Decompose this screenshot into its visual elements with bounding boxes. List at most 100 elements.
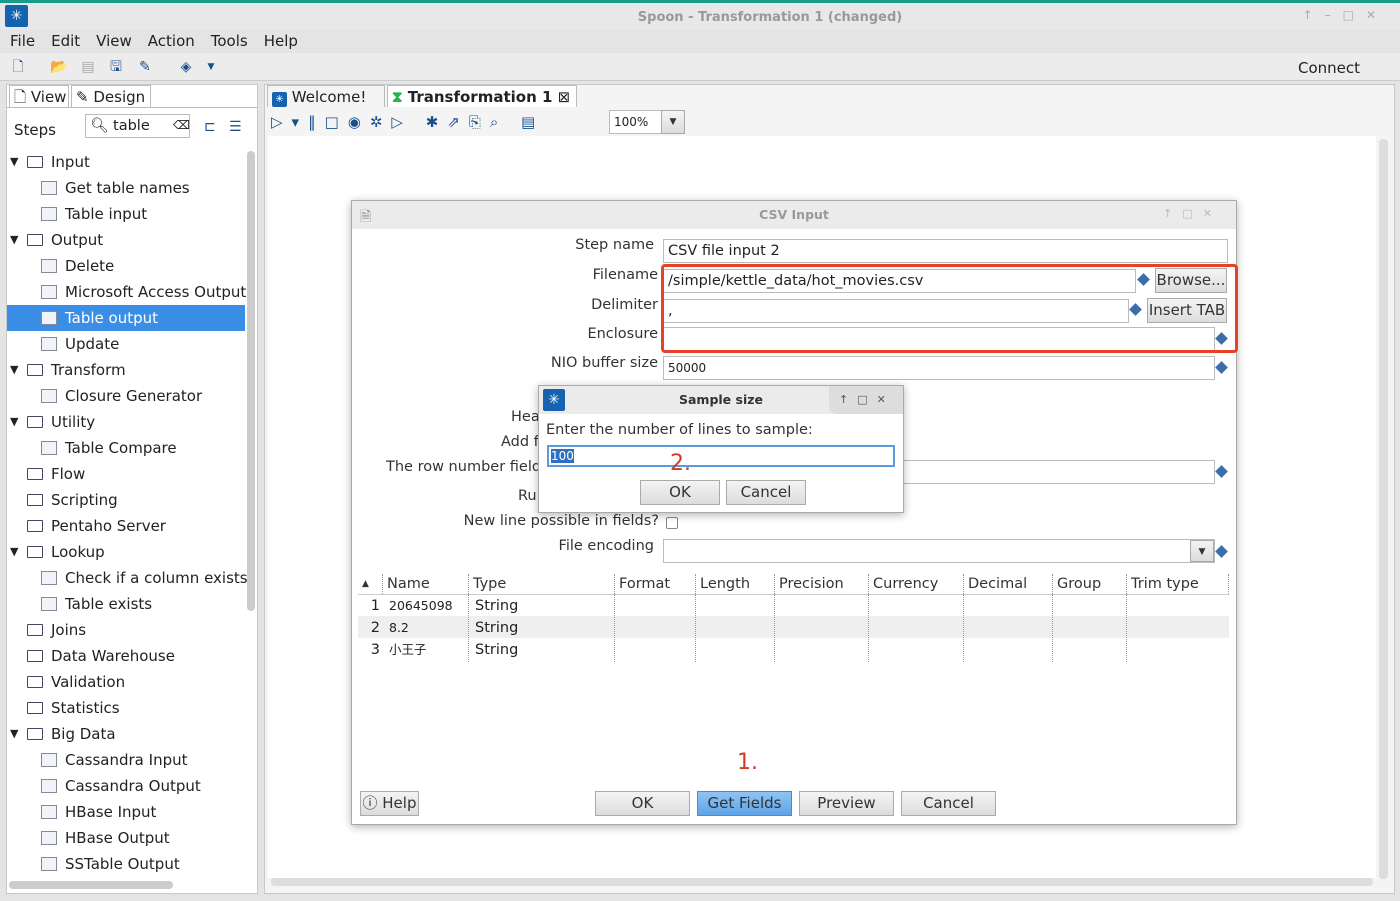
- tree-step-sstable-output[interactable]: SSTable Output: [7, 851, 245, 877]
- tree-step-update[interactable]: Update: [7, 331, 245, 357]
- label-file-encoding: File encoding: [558, 538, 654, 554]
- canvas-vscrollbar[interactable]: [1379, 139, 1388, 879]
- column-header-length[interactable]: Length: [696, 574, 775, 594]
- column-header-currency[interactable]: Currency: [869, 574, 964, 594]
- menu-edit[interactable]: Edit: [41, 30, 86, 50]
- tree-folder-scripting[interactable]: Scripting: [7, 487, 245, 513]
- clear-search-icon[interactable]: ⌫: [173, 118, 190, 132]
- get-fields-button[interactable]: Get Fields: [697, 791, 792, 816]
- chevron-down-icon[interactable]: ▼: [1190, 540, 1214, 562]
- column-header-format[interactable]: Format: [615, 574, 696, 594]
- tree-step-cassandra-input[interactable]: Cassandra Input: [7, 747, 245, 773]
- tree-folder-data-warehouse[interactable]: Data Warehouse: [7, 643, 245, 669]
- tree-hscrollbar[interactable]: [9, 881, 173, 889]
- tree-folder-input[interactable]: ▼ Input: [7, 149, 245, 175]
- field-name-cell[interactable]: 小王子: [389, 639, 469, 661]
- zoom-dropdown-icon[interactable]: ▼: [661, 110, 685, 134]
- open-file-icon[interactable]: 📂: [50, 59, 67, 75]
- tree-step-table-input[interactable]: Table input: [7, 201, 245, 227]
- tree-step-table-compare[interactable]: Table Compare: [7, 435, 245, 461]
- tree-folder-joins[interactable]: Joins: [7, 617, 245, 643]
- tree-folder-output[interactable]: ▼ Output: [7, 227, 245, 253]
- field-type-cell[interactable]: String: [475, 617, 615, 639]
- dialog-title: CSV Input: [759, 207, 829, 222]
- explore-icon[interactable]: ▤: [80, 59, 96, 75]
- tree-folder-flow[interactable]: Flow: [7, 461, 245, 487]
- menu-bar: File Edit View Action Tools Help: [0, 30, 1400, 53]
- tree-step-closure-generator[interactable]: Closure Generator: [7, 383, 245, 409]
- new-file-icon[interactable]: 🗋: [10, 59, 26, 75]
- tree-folder-utility[interactable]: ▼ Utility: [7, 409, 245, 435]
- tree-step-get-table-names[interactable]: Get table names: [7, 175, 245, 201]
- field-name-cell[interactable]: 20645098: [389, 595, 469, 617]
- tab-view[interactable]: 🗋 View: [9, 85, 69, 107]
- tree-step-table-exists[interactable]: Table exists: [7, 591, 245, 617]
- sample-ok-button[interactable]: OK: [640, 480, 720, 505]
- newline-checkbox[interactable]: [666, 517, 678, 529]
- field-type-cell[interactable]: String: [475, 595, 615, 617]
- expand-arrow-icon[interactable]: ▼: [10, 721, 18, 747]
- tab-design[interactable]: ✎ Design: [71, 85, 151, 107]
- ok-button[interactable]: OK: [595, 791, 690, 816]
- row-number-input[interactable]: [895, 460, 1215, 484]
- list-view-icon[interactable]: ☰: [229, 119, 242, 135]
- menu-help[interactable]: Help: [254, 30, 304, 50]
- column-header-name[interactable]: Name: [383, 574, 469, 594]
- file-encoding-select[interactable]: [663, 539, 1215, 563]
- preview-button[interactable]: Preview: [799, 791, 894, 816]
- tree-folder-transform[interactable]: ▼ Transform: [7, 357, 245, 383]
- column-header-decimal[interactable]: Decimal: [964, 574, 1053, 594]
- tree-folder-validation[interactable]: Validation: [7, 669, 245, 695]
- collapse-tree-icon[interactable]: ⊏: [204, 119, 216, 135]
- cancel-button[interactable]: Cancel: [901, 791, 996, 816]
- field-name-cell[interactable]: 8.2: [389, 617, 469, 639]
- tree-step-cassandra-output[interactable]: Cassandra Output: [7, 773, 245, 799]
- tab-welcome[interactable]: ✳ Welcome!: [267, 85, 385, 107]
- tree-step-delete[interactable]: Delete: [7, 253, 245, 279]
- expand-arrow-icon[interactable]: ▼: [10, 357, 18, 383]
- tree-label: Data Warehouse: [51, 647, 175, 665]
- tree-scrollbar[interactable]: [247, 151, 255, 611]
- menu-tools[interactable]: Tools: [201, 30, 254, 50]
- sample-dialog-controls[interactable]: ↑□✕: [829, 386, 903, 414]
- tree-folder-big-data[interactable]: ▼ Big Data: [7, 721, 245, 747]
- column-header-precision[interactable]: Precision: [775, 574, 869, 594]
- tab-transformation[interactable]: ⧗ Transformation 1 ⊠: [387, 85, 577, 107]
- tree-step-microsoft-access-output[interactable]: Microsoft Access Output: [7, 279, 246, 305]
- expand-arrow-icon[interactable]: ▼: [10, 539, 18, 565]
- tree-step-hbase-input[interactable]: HBase Input: [7, 799, 245, 825]
- close-tab-icon[interactable]: ⊠: [558, 88, 571, 106]
- save-icon[interactable]: 🖫: [108, 59, 124, 75]
- menu-action[interactable]: Action: [138, 30, 201, 50]
- save-as-icon[interactable]: ✎: [137, 59, 153, 75]
- column-header-group[interactable]: Group: [1053, 574, 1127, 594]
- run-toolbar-icons[interactable]: ▷▾‖□◉✲▷ ✱⇗⎘⌕ ▤: [271, 113, 544, 131]
- menu-view[interactable]: View: [86, 30, 138, 50]
- sort-icon[interactable]: ▲: [358, 574, 383, 594]
- expand-arrow-icon[interactable]: ▼: [10, 227, 18, 253]
- expand-arrow-icon[interactable]: ▼: [10, 409, 18, 435]
- expand-arrow-icon[interactable]: ▼: [10, 149, 18, 175]
- tree-folder-pentaho-server[interactable]: Pentaho Server: [7, 513, 245, 539]
- tree-step-table-output[interactable]: Table output: [7, 305, 245, 331]
- sample-cancel-button[interactable]: Cancel: [726, 480, 806, 505]
- nio-buffer-input[interactable]: 50000: [663, 356, 1215, 380]
- chevron-down-icon[interactable]: ▼: [203, 59, 219, 75]
- tree-step-check-if-a-column-exists[interactable]: Check if a column exists: [7, 565, 248, 591]
- canvas-hscrollbar[interactable]: [271, 877, 1373, 886]
- spoon-icon: ✳: [272, 92, 287, 107]
- window-controls[interactable]: ↑–□✕: [1303, 8, 1388, 22]
- field-type-cell[interactable]: String: [475, 639, 615, 661]
- dialog-controls[interactable]: ↑□✕: [1163, 207, 1222, 220]
- column-header-trim-type[interactable]: Trim type: [1127, 574, 1229, 594]
- column-header-type[interactable]: Type: [469, 574, 615, 594]
- layers-icon[interactable]: ◈: [178, 59, 194, 75]
- tree-step-hbase-output[interactable]: HBase Output: [7, 825, 245, 851]
- menu-file[interactable]: File: [0, 30, 41, 50]
- sample-size-input[interactable]: 100: [547, 445, 895, 467]
- step-name-input[interactable]: CSV file input 2: [663, 239, 1228, 263]
- help-button[interactable]: ⓘ Help: [360, 791, 419, 816]
- tree-folder-lookup[interactable]: ▼ Lookup: [7, 539, 245, 565]
- tree-folder-statistics[interactable]: Statistics: [7, 695, 245, 721]
- connect-button[interactable]: Connect: [1298, 59, 1360, 77]
